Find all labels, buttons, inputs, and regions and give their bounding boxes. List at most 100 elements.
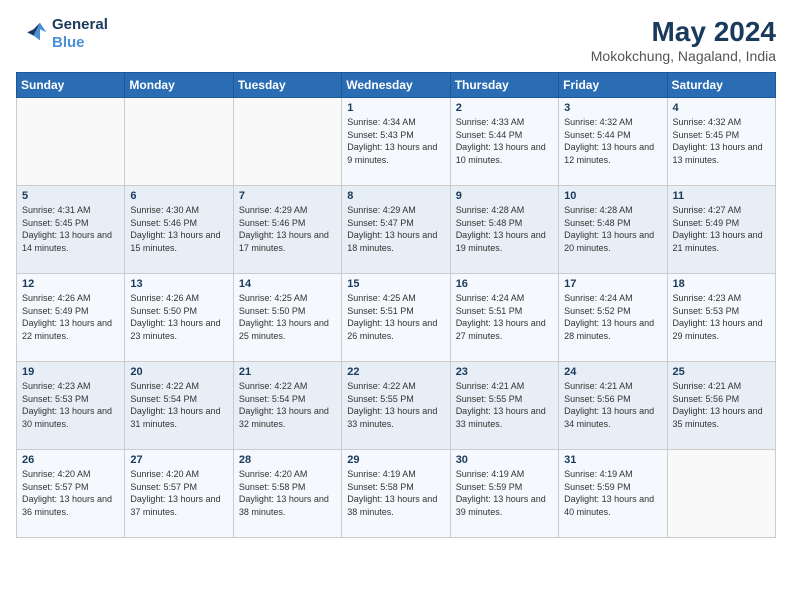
calendar-cell: 13 Sunrise: 4:26 AMSunset: 5:50 PMDayligh… (125, 274, 233, 362)
day-number: 14 (239, 278, 336, 290)
day-info: Sunrise: 4:21 AMSunset: 5:55 PMDaylight:… (456, 380, 553, 430)
day-number: 2 (456, 102, 553, 114)
day-info: Sunrise: 4:19 AMSunset: 5:59 PMDaylight:… (456, 468, 553, 518)
calendar-cell: 28 Sunrise: 4:20 AMSunset: 5:58 PMDayligh… (233, 450, 341, 538)
day-info: Sunrise: 4:20 AMSunset: 5:58 PMDaylight:… (239, 468, 336, 518)
day-number: 25 (673, 366, 770, 378)
calendar-cell: 12Sunrise: 4:26 AMSunset: 5:49 PMDayligh… (17, 274, 125, 362)
logo: General Blue (16, 16, 108, 52)
calendar-cell: 23 Sunrise: 4:21 AMSunset: 5:55 PMDayligh… (450, 362, 558, 450)
day-number: 24 (564, 366, 661, 378)
calendar-cell: 14 Sunrise: 4:25 AMSunset: 5:50 PMDayligh… (233, 274, 341, 362)
calendar-cell (233, 98, 341, 186)
calendar-header-row: Sunday Monday Tuesday Wednesday Thursday… (17, 73, 776, 98)
calendar-cell: 17Sunrise: 4:24 AMSunset: 5:52 PMDayligh… (559, 274, 667, 362)
logo-icon (16, 18, 48, 50)
calendar-cell: 20 Sunrise: 4:22 AMSunset: 5:54 PMDayligh… (125, 362, 233, 450)
calendar-cell: 22 Sunrise: 4:22 AMSunset: 5:55 PMDayligh… (342, 362, 450, 450)
day-info: Sunrise: 4:32 AMSunset: 5:44 PMDaylight:… (564, 116, 661, 166)
day-info: Sunrise: 4:25 AMSunset: 5:50 PMDaylight:… (239, 292, 336, 342)
calendar-cell: 26Sunrise: 4:20 AMSunset: 5:57 PMDayligh… (17, 450, 125, 538)
calendar-week-row: 5Sunrise: 4:31 AMSunset: 5:45 PMDaylight… (17, 186, 776, 274)
month-year-title: May 2024 (591, 16, 776, 48)
day-info: Sunrise: 4:31 AMSunset: 5:45 PMDaylight:… (22, 204, 119, 254)
day-number: 1 (347, 102, 444, 114)
calendar-cell: 31Sunrise: 4:19 AMSunset: 5:59 PMDayligh… (559, 450, 667, 538)
day-info: Sunrise: 4:22 AMSunset: 5:55 PMDaylight:… (347, 380, 444, 430)
day-info: Sunrise: 4:22 AMSunset: 5:54 PMDaylight:… (130, 380, 227, 430)
day-info: Sunrise: 4:24 AMSunset: 5:51 PMDaylight:… (456, 292, 553, 342)
col-thursday: Thursday (450, 73, 558, 98)
calendar-week-row: 19 Sunrise: 4:23 AMSunset: 5:53 PMDayligh… (17, 362, 776, 450)
calendar-cell (17, 98, 125, 186)
day-number: 16 (456, 278, 553, 290)
day-number: 21 (239, 366, 336, 378)
calendar-cell: 16 Sunrise: 4:24 AMSunset: 5:51 PMDayligh… (450, 274, 558, 362)
calendar-cell: 9Sunrise: 4:28 AMSunset: 5:48 PMDaylight… (450, 186, 558, 274)
day-number: 27 (130, 454, 227, 466)
calendar-cell (667, 450, 775, 538)
day-number: 6 (130, 190, 227, 202)
day-number: 30 (456, 454, 553, 466)
calendar-week-row: 26Sunrise: 4:20 AMSunset: 5:57 PMDayligh… (17, 450, 776, 538)
day-number: 31 (564, 454, 661, 466)
day-info: Sunrise: 4:33 AMSunset: 5:44 PMDaylight:… (456, 116, 553, 166)
calendar-week-row: 1 Sunrise: 4:34 AMSunset: 5:43 PMDaylight… (17, 98, 776, 186)
col-wednesday: Wednesday (342, 73, 450, 98)
day-info: Sunrise: 4:27 AMSunset: 5:49 PMDaylight:… (673, 204, 770, 254)
day-info: Sunrise: 4:26 AMSunset: 5:49 PMDaylight:… (22, 292, 119, 342)
day-number: 23 (456, 366, 553, 378)
day-info: Sunrise: 4:26 AMSunset: 5:50 PMDaylight:… (130, 292, 227, 342)
calendar-cell: 3 Sunrise: 4:32 AMSunset: 5:44 PMDaylight… (559, 98, 667, 186)
day-info: Sunrise: 4:23 AMSunset: 5:53 PMDaylight:… (22, 380, 119, 430)
day-info: Sunrise: 4:29 AMSunset: 5:46 PMDaylight:… (239, 204, 336, 254)
col-tuesday: Tuesday (233, 73, 341, 98)
day-info: Sunrise: 4:21 AMSunset: 5:56 PMDaylight:… (564, 380, 661, 430)
day-info: Sunrise: 4:25 AMSunset: 5:51 PMDaylight:… (347, 292, 444, 342)
calendar-table: Sunday Monday Tuesday Wednesday Thursday… (16, 72, 776, 538)
calendar-cell: 11 Sunrise: 4:27 AMSunset: 5:49 PMDayligh… (667, 186, 775, 274)
calendar-cell: 18 Sunrise: 4:23 AMSunset: 5:53 PMDayligh… (667, 274, 775, 362)
page-header: General Blue May 2024 Mokokchung, Nagala… (16, 16, 776, 64)
day-number: 18 (673, 278, 770, 290)
day-number: 19 (22, 366, 119, 378)
calendar-cell: 6 Sunrise: 4:30 AMSunset: 5:46 PMDaylight… (125, 186, 233, 274)
day-number: 13 (130, 278, 227, 290)
day-number: 11 (673, 190, 770, 202)
day-info: Sunrise: 4:34 AMSunset: 5:43 PMDaylight:… (347, 116, 444, 166)
day-info: Sunrise: 4:28 AMSunset: 5:48 PMDaylight:… (564, 204, 661, 254)
calendar-cell (125, 98, 233, 186)
day-number: 17 (564, 278, 661, 290)
day-number: 29 (347, 454, 444, 466)
day-info: Sunrise: 4:22 AMSunset: 5:54 PMDaylight:… (239, 380, 336, 430)
calendar-cell: 4Sunrise: 4:32 AMSunset: 5:45 PMDaylight… (667, 98, 775, 186)
day-info: Sunrise: 4:30 AMSunset: 5:46 PMDaylight:… (130, 204, 227, 254)
day-info: Sunrise: 4:29 AMSunset: 5:47 PMDaylight:… (347, 204, 444, 254)
day-info: Sunrise: 4:28 AMSunset: 5:48 PMDaylight:… (456, 204, 553, 254)
calendar-cell: 10 Sunrise: 4:28 AMSunset: 5:48 PMDayligh… (559, 186, 667, 274)
day-info: Sunrise: 4:20 AMSunset: 5:57 PMDaylight:… (130, 468, 227, 518)
calendar-cell: 24 Sunrise: 4:21 AMSunset: 5:56 PMDayligh… (559, 362, 667, 450)
col-monday: Monday (125, 73, 233, 98)
day-number: 20 (130, 366, 227, 378)
day-number: 22 (347, 366, 444, 378)
title-block: May 2024 Mokokchung, Nagaland, India (591, 16, 776, 64)
day-number: 28 (239, 454, 336, 466)
day-info: Sunrise: 4:20 AMSunset: 5:57 PMDaylight:… (22, 468, 119, 518)
day-number: 10 (564, 190, 661, 202)
logo-text: General Blue (52, 16, 108, 52)
day-number: 4 (673, 102, 770, 114)
calendar-cell: 8Sunrise: 4:29 AMSunset: 5:47 PMDaylight… (342, 186, 450, 274)
calendar-cell: 29Sunrise: 4:19 AMSunset: 5:58 PMDayligh… (342, 450, 450, 538)
day-number: 7 (239, 190, 336, 202)
calendar-cell: 21 Sunrise: 4:22 AMSunset: 5:54 PMDayligh… (233, 362, 341, 450)
day-number: 3 (564, 102, 661, 114)
calendar-cell: 5Sunrise: 4:31 AMSunset: 5:45 PMDaylight… (17, 186, 125, 274)
calendar-cell: 1 Sunrise: 4:34 AMSunset: 5:43 PMDaylight… (342, 98, 450, 186)
day-number: 15 (347, 278, 444, 290)
calendar-cell: 30 Sunrise: 4:19 AMSunset: 5:59 PMDayligh… (450, 450, 558, 538)
location-subtitle: Mokokchung, Nagaland, India (591, 48, 776, 64)
day-info: Sunrise: 4:23 AMSunset: 5:53 PMDaylight:… (673, 292, 770, 342)
col-sunday: Sunday (17, 73, 125, 98)
calendar-cell: 19 Sunrise: 4:23 AMSunset: 5:53 PMDayligh… (17, 362, 125, 450)
